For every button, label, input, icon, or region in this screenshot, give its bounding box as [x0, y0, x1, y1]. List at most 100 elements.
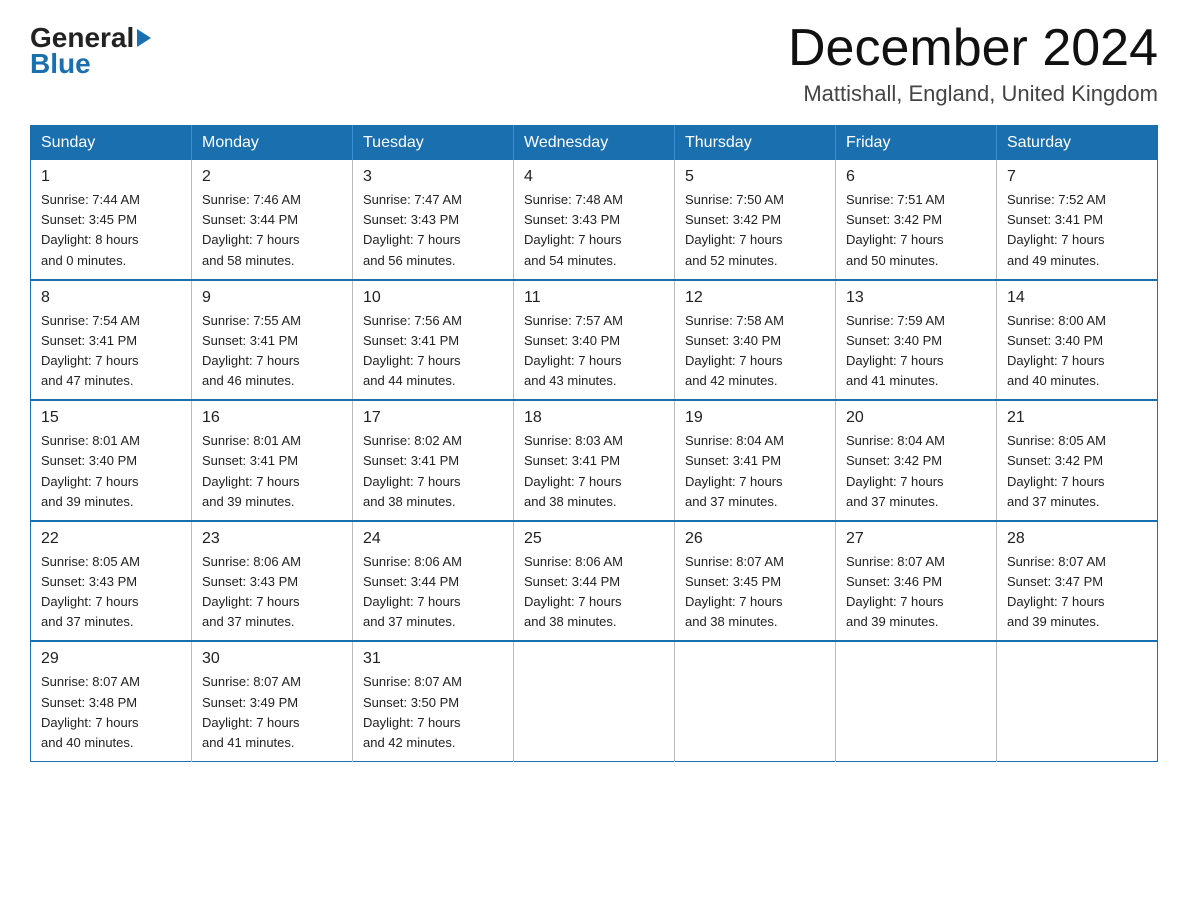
- day-number: 10: [363, 289, 503, 307]
- location-subtitle: Mattishall, England, United Kingdom: [788, 81, 1158, 107]
- day-info: Sunrise: 7:54 AMSunset: 3:41 PMDaylight:…: [41, 311, 181, 392]
- day-number: 26: [685, 530, 825, 548]
- day-info: Sunrise: 8:01 AMSunset: 3:40 PMDaylight:…: [41, 431, 181, 512]
- title-block: December 2024 Mattishall, England, Unite…: [788, 20, 1158, 107]
- day-info: Sunrise: 8:04 AMSunset: 3:42 PMDaylight:…: [846, 431, 986, 512]
- calendar-cell-w4-d3: 25 Sunrise: 8:06 AMSunset: 3:44 PMDaylig…: [514, 521, 675, 642]
- day-number: 12: [685, 289, 825, 307]
- calendar-cell-w3-d0: 15 Sunrise: 8:01 AMSunset: 3:40 PMDaylig…: [31, 400, 192, 521]
- day-number: 3: [363, 168, 503, 186]
- day-number: 1: [41, 168, 181, 186]
- day-number: 22: [41, 530, 181, 548]
- day-info: Sunrise: 7:48 AMSunset: 3:43 PMDaylight:…: [524, 190, 664, 271]
- day-info: Sunrise: 8:07 AMSunset: 3:46 PMDaylight:…: [846, 552, 986, 633]
- calendar-week-2: 8 Sunrise: 7:54 AMSunset: 3:41 PMDayligh…: [31, 280, 1158, 401]
- calendar-cell-w3-d1: 16 Sunrise: 8:01 AMSunset: 3:41 PMDaylig…: [192, 400, 353, 521]
- day-number: 6: [846, 168, 986, 186]
- day-info: Sunrise: 7:57 AMSunset: 3:40 PMDaylight:…: [524, 311, 664, 392]
- day-number: 31: [363, 650, 503, 668]
- day-info: Sunrise: 7:58 AMSunset: 3:40 PMDaylight:…: [685, 311, 825, 392]
- day-info: Sunrise: 7:56 AMSunset: 3:41 PMDaylight:…: [363, 311, 503, 392]
- calendar-cell-w2-d6: 14 Sunrise: 8:00 AMSunset: 3:40 PMDaylig…: [997, 280, 1158, 401]
- calendar-cell-w5-d5: [836, 641, 997, 761]
- calendar-cell-w1-d5: 6 Sunrise: 7:51 AMSunset: 3:42 PMDayligh…: [836, 160, 997, 280]
- day-info: Sunrise: 7:44 AMSunset: 3:45 PMDaylight:…: [41, 190, 181, 271]
- calendar-cell-w4-d6: 28 Sunrise: 8:07 AMSunset: 3:47 PMDaylig…: [997, 521, 1158, 642]
- day-info: Sunrise: 8:01 AMSunset: 3:41 PMDaylight:…: [202, 431, 342, 512]
- day-number: 23: [202, 530, 342, 548]
- day-number: 14: [1007, 289, 1147, 307]
- day-number: 11: [524, 289, 664, 307]
- day-info: Sunrise: 7:50 AMSunset: 3:42 PMDaylight:…: [685, 190, 825, 271]
- calendar-cell-w5-d6: [997, 641, 1158, 761]
- logo-arrow-icon: [137, 29, 151, 47]
- month-year-title: December 2024: [788, 20, 1158, 77]
- day-number: 15: [41, 409, 181, 427]
- calendar-cell-w1-d0: 1 Sunrise: 7:44 AMSunset: 3:45 PMDayligh…: [31, 160, 192, 280]
- page-header: General Blue December 2024 Mattishall, E…: [30, 20, 1158, 107]
- calendar-cell-w2-d0: 8 Sunrise: 7:54 AMSunset: 3:41 PMDayligh…: [31, 280, 192, 401]
- calendar-cell-w2-d4: 12 Sunrise: 7:58 AMSunset: 3:40 PMDaylig…: [675, 280, 836, 401]
- day-number: 27: [846, 530, 986, 548]
- calendar-cell-w1-d4: 5 Sunrise: 7:50 AMSunset: 3:42 PMDayligh…: [675, 160, 836, 280]
- day-info: Sunrise: 7:59 AMSunset: 3:40 PMDaylight:…: [846, 311, 986, 392]
- day-number: 7: [1007, 168, 1147, 186]
- calendar-cell-w4-d5: 27 Sunrise: 8:07 AMSunset: 3:46 PMDaylig…: [836, 521, 997, 642]
- logo: General Blue: [30, 24, 151, 78]
- calendar-cell-w2-d5: 13 Sunrise: 7:59 AMSunset: 3:40 PMDaylig…: [836, 280, 997, 401]
- calendar-cell-w1-d6: 7 Sunrise: 7:52 AMSunset: 3:41 PMDayligh…: [997, 160, 1158, 280]
- day-number: 24: [363, 530, 503, 548]
- day-info: Sunrise: 7:46 AMSunset: 3:44 PMDaylight:…: [202, 190, 342, 271]
- calendar-cell-w5-d4: [675, 641, 836, 761]
- calendar-cell-w4-d0: 22 Sunrise: 8:05 AMSunset: 3:43 PMDaylig…: [31, 521, 192, 642]
- calendar-week-4: 22 Sunrise: 8:05 AMSunset: 3:43 PMDaylig…: [31, 521, 1158, 642]
- day-number: 9: [202, 289, 342, 307]
- day-number: 13: [846, 289, 986, 307]
- day-info: Sunrise: 8:07 AMSunset: 3:48 PMDaylight:…: [41, 672, 181, 753]
- day-info: Sunrise: 8:00 AMSunset: 3:40 PMDaylight:…: [1007, 311, 1147, 392]
- calendar-cell-w5-d1: 30 Sunrise: 8:07 AMSunset: 3:49 PMDaylig…: [192, 641, 353, 761]
- day-number: 28: [1007, 530, 1147, 548]
- logo-blue: Blue: [30, 50, 151, 78]
- calendar-week-1: 1 Sunrise: 7:44 AMSunset: 3:45 PMDayligh…: [31, 160, 1158, 280]
- col-monday: Monday: [192, 126, 353, 161]
- day-number: 16: [202, 409, 342, 427]
- calendar-cell-w3-d4: 19 Sunrise: 8:04 AMSunset: 3:41 PMDaylig…: [675, 400, 836, 521]
- day-info: Sunrise: 7:47 AMSunset: 3:43 PMDaylight:…: [363, 190, 503, 271]
- calendar-cell-w2-d3: 11 Sunrise: 7:57 AMSunset: 3:40 PMDaylig…: [514, 280, 675, 401]
- calendar-cell-w1-d2: 3 Sunrise: 7:47 AMSunset: 3:43 PMDayligh…: [353, 160, 514, 280]
- calendar-cell-w4-d4: 26 Sunrise: 8:07 AMSunset: 3:45 PMDaylig…: [675, 521, 836, 642]
- day-number: 20: [846, 409, 986, 427]
- calendar-cell-w1-d3: 4 Sunrise: 7:48 AMSunset: 3:43 PMDayligh…: [514, 160, 675, 280]
- day-info: Sunrise: 7:52 AMSunset: 3:41 PMDaylight:…: [1007, 190, 1147, 271]
- day-info: Sunrise: 8:03 AMSunset: 3:41 PMDaylight:…: [524, 431, 664, 512]
- calendar-cell-w4-d1: 23 Sunrise: 8:06 AMSunset: 3:43 PMDaylig…: [192, 521, 353, 642]
- day-number: 21: [1007, 409, 1147, 427]
- day-info: Sunrise: 8:06 AMSunset: 3:44 PMDaylight:…: [524, 552, 664, 633]
- day-info: Sunrise: 8:05 AMSunset: 3:42 PMDaylight:…: [1007, 431, 1147, 512]
- day-number: 18: [524, 409, 664, 427]
- col-tuesday: Tuesday: [353, 126, 514, 161]
- calendar-header-row: Sunday Monday Tuesday Wednesday Thursday…: [31, 126, 1158, 161]
- day-info: Sunrise: 8:07 AMSunset: 3:47 PMDaylight:…: [1007, 552, 1147, 633]
- day-info: Sunrise: 8:04 AMSunset: 3:41 PMDaylight:…: [685, 431, 825, 512]
- calendar-week-3: 15 Sunrise: 8:01 AMSunset: 3:40 PMDaylig…: [31, 400, 1158, 521]
- day-info: Sunrise: 8:07 AMSunset: 3:49 PMDaylight:…: [202, 672, 342, 753]
- day-number: 29: [41, 650, 181, 668]
- calendar-cell-w2-d2: 10 Sunrise: 7:56 AMSunset: 3:41 PMDaylig…: [353, 280, 514, 401]
- day-number: 30: [202, 650, 342, 668]
- day-number: 4: [524, 168, 664, 186]
- calendar-cell-w4-d2: 24 Sunrise: 8:06 AMSunset: 3:44 PMDaylig…: [353, 521, 514, 642]
- col-sunday: Sunday: [31, 126, 192, 161]
- col-wednesday: Wednesday: [514, 126, 675, 161]
- day-number: 2: [202, 168, 342, 186]
- calendar-cell-w2-d1: 9 Sunrise: 7:55 AMSunset: 3:41 PMDayligh…: [192, 280, 353, 401]
- day-info: Sunrise: 7:55 AMSunset: 3:41 PMDaylight:…: [202, 311, 342, 392]
- day-info: Sunrise: 8:05 AMSunset: 3:43 PMDaylight:…: [41, 552, 181, 633]
- col-friday: Friday: [836, 126, 997, 161]
- day-number: 19: [685, 409, 825, 427]
- calendar-table: Sunday Monday Tuesday Wednesday Thursday…: [30, 125, 1158, 762]
- day-info: Sunrise: 8:06 AMSunset: 3:43 PMDaylight:…: [202, 552, 342, 633]
- day-info: Sunrise: 8:07 AMSunset: 3:50 PMDaylight:…: [363, 672, 503, 753]
- calendar-cell-w1-d1: 2 Sunrise: 7:46 AMSunset: 3:44 PMDayligh…: [192, 160, 353, 280]
